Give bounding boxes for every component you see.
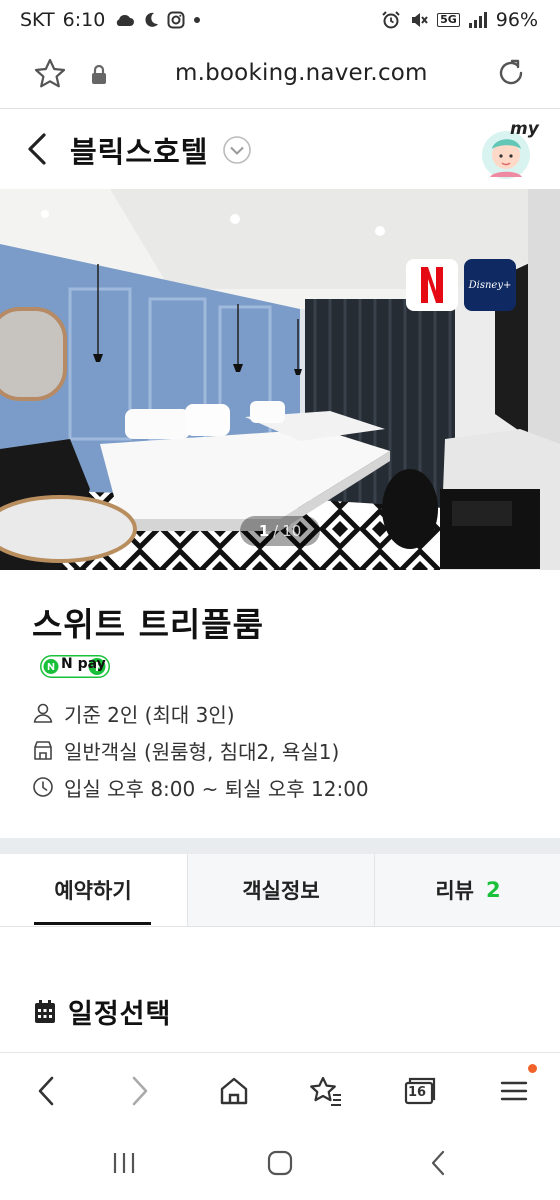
reload-icon[interactable] (494, 56, 528, 90)
calendar-icon (35, 999, 55, 1023)
bookmark-list-icon (310, 1076, 341, 1106)
notification-dot (528, 1064, 537, 1073)
cloud-icon (117, 15, 135, 26)
status-bar: SKT 6:10 5G 96% (0, 0, 560, 44)
info-row-capacity: 기준 2인 (최대 3인) (32, 699, 235, 727)
system-navigation-bar (0, 1126, 560, 1200)
photo-counter-current: 1 (258, 522, 270, 540)
alarm-icon (382, 11, 400, 29)
recent-apps-button[interactable] (96, 1140, 152, 1186)
page-header: 블릭스호텔 my (0, 109, 560, 189)
info-text-room-type: 일반객실 (원룸형, 침대2, 욕실1) (64, 739, 340, 764)
network-type: 5G (437, 13, 460, 27)
recent-apps-icon (113, 1153, 135, 1173)
photo-counter: 1 / 10 (240, 516, 320, 546)
room-photo (0, 189, 560, 570)
tab-room-info-label: 객실정보 (242, 879, 320, 903)
browser-bookmarks-button[interactable] (300, 1065, 352, 1117)
netflix-logo-icon (421, 267, 443, 303)
disney-plus-label: Disney+ (468, 279, 512, 291)
browser-home-button[interactable] (208, 1065, 260, 1117)
tab-booking[interactable]: 예약하기 (0, 854, 186, 926)
browser-menu-button[interactable] (488, 1064, 540, 1117)
system-back-button[interactable] (410, 1140, 466, 1186)
arrow-right-icon (132, 1076, 148, 1106)
signal-icon (468, 12, 487, 28)
arrow-left-icon (38, 1076, 54, 1106)
system-back-icon (431, 1150, 445, 1176)
instagram-icon (167, 11, 185, 29)
netflix-badge (406, 259, 458, 311)
browser-back-button[interactable] (20, 1065, 72, 1117)
room-photo-gallery[interactable]: Disney+ 1 / 10 (0, 189, 560, 570)
info-row-room-type: 일반객실 (원룸형, 침대2, 욕실1) (32, 736, 339, 764)
my-badge-label: my (510, 119, 539, 139)
building-icon (34, 741, 52, 760)
npay-plus-badge: N pay (40, 655, 110, 678)
hamburger-menu-icon (500, 1081, 528, 1101)
system-home-button[interactable] (252, 1140, 308, 1186)
back-arrow-icon[interactable] (24, 131, 50, 167)
browser-url-bar: m.booking.naver.com (0, 44, 560, 109)
battery-level: 96% (495, 9, 538, 31)
carrier-label: SKT (20, 9, 55, 31)
page-title[interactable]: 블릭스호텔 (70, 129, 208, 171)
info-row-checkin: 입실 오후 8:00 ~ 퇴실 오후 12:00 (32, 773, 369, 801)
tab-count: 16 (408, 1085, 427, 1100)
bookmark-star-icon[interactable] (33, 57, 67, 91)
browser-tabs-button[interactable]: 16 (394, 1065, 446, 1117)
section-divider (0, 838, 560, 854)
info-text-capacity: 기준 2인 (최대 3인) (64, 702, 235, 727)
chevron-down-icon[interactable] (222, 135, 252, 165)
mute-icon (412, 13, 428, 27)
schedule-title-text: 일정선택 (68, 999, 172, 1030)
clock-icon (33, 777, 53, 797)
lock-icon[interactable] (90, 64, 108, 86)
tab-booking-label: 예약하기 (54, 879, 132, 903)
moon-icon (145, 12, 159, 27)
clock-time: 6:10 (62, 9, 106, 31)
home-icon (220, 1077, 248, 1105)
person-icon (33, 703, 53, 723)
schedule-section-title: 일정선택 (34, 992, 171, 1031)
active-tab-indicator (34, 922, 151, 925)
tab-review[interactable]: 리뷰 2 (374, 854, 560, 926)
status-bar-right: 5G 96% (381, 9, 538, 31)
my-profile-button[interactable]: my (480, 119, 540, 181)
browser-forward-button[interactable] (114, 1065, 166, 1117)
photo-counter-total: 10 (282, 522, 302, 540)
tab-room-info[interactable]: 객실정보 (187, 854, 374, 926)
photo-counter-sep: / (273, 522, 279, 540)
tab-review-label: 리뷰 (435, 879, 474, 903)
tab-bar: 예약하기 객실정보 리뷰 2 (0, 854, 560, 927)
browser-toolbar: 16 (0, 1052, 560, 1127)
home-square-icon (267, 1150, 293, 1176)
disney-plus-badge: Disney+ (464, 259, 516, 311)
review-count: 2 (486, 878, 501, 902)
npay-label: N pay (61, 656, 106, 672)
url-text[interactable]: m.booking.naver.com (175, 60, 428, 86)
dot-icon (194, 17, 201, 23)
room-title: 스위트 트리플룸 (32, 605, 265, 644)
info-text-checkin: 입실 오후 8:00 ~ 퇴실 오후 12:00 (64, 776, 369, 801)
status-bar-left: SKT 6:10 (20, 9, 201, 31)
